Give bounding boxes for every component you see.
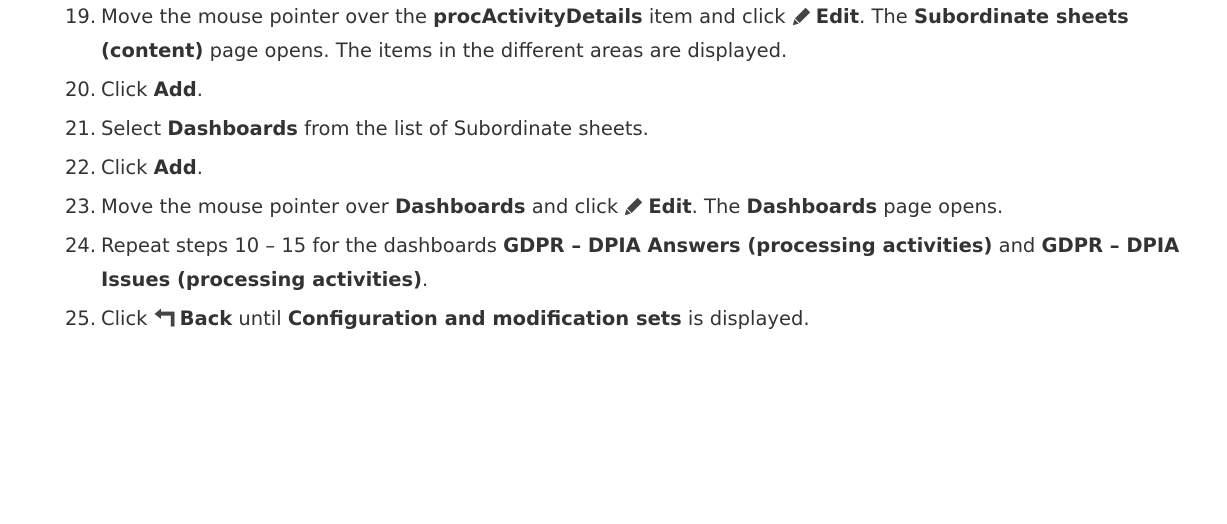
step-number: 23. bbox=[65, 195, 97, 218]
bold-term: procActivityDetails bbox=[433, 5, 643, 28]
step-number: 22. bbox=[65, 156, 97, 179]
step-text: item and click bbox=[642, 5, 792, 28]
step-text: Click bbox=[101, 156, 154, 179]
step-text: page opens. The items in the different a… bbox=[203, 39, 788, 62]
step-text: page opens. bbox=[877, 195, 1004, 218]
step-item: 22. Click Add. bbox=[0, 151, 1227, 185]
bold-term: Edit bbox=[648, 195, 692, 218]
bold-term: Add bbox=[153, 156, 197, 179]
step-item: 21. Select Dashboards from the list of Su… bbox=[0, 112, 1227, 146]
step-number: 25. bbox=[65, 307, 97, 330]
bold-term: Dashboards bbox=[167, 117, 298, 140]
bold-term: Dashboards bbox=[394, 195, 526, 218]
step-text: and click bbox=[525, 195, 625, 218]
step-text: is displayed. bbox=[681, 307, 810, 330]
step-item: 24. Repeat steps 10 – 15 for the dashboar… bbox=[0, 229, 1227, 297]
step-number: 21. bbox=[65, 117, 97, 140]
step-item: 20. Click Add. bbox=[0, 73, 1227, 107]
step-item: 19. Move the mouse pointer over the procA… bbox=[0, 0, 1227, 68]
step-text: . bbox=[196, 156, 203, 179]
step-text: until bbox=[232, 307, 288, 330]
step-item: 25. Click Back until Configuration and mo… bbox=[0, 302, 1227, 336]
pencil-icon bbox=[792, 6, 812, 26]
bold-term: Back bbox=[179, 307, 233, 330]
step-text: . bbox=[196, 78, 203, 101]
step-text: . The bbox=[691, 195, 747, 218]
step-number: 19. bbox=[65, 5, 97, 28]
step-number: 20. bbox=[65, 78, 97, 101]
step-text: Click bbox=[101, 78, 154, 101]
step-text: and bbox=[992, 234, 1042, 257]
step-text: Repeat steps 10 – 15 for the dashboards bbox=[101, 234, 504, 257]
bold-term: GDPR – DPIA Answers (processing activiti… bbox=[503, 234, 993, 257]
bold-term: Configuration and modification sets bbox=[287, 307, 682, 330]
step-text: Select bbox=[101, 117, 168, 140]
bold-term: Add bbox=[153, 78, 197, 101]
step-text: . bbox=[422, 268, 429, 291]
pencil-icon bbox=[624, 196, 644, 216]
step-text: Click bbox=[101, 307, 154, 330]
step-item: 23. Move the mouse pointer over Dashboard… bbox=[0, 190, 1227, 224]
instruction-steps: 19. Move the mouse pointer over the procA… bbox=[0, 0, 1227, 341]
step-number: 24. bbox=[65, 234, 97, 257]
back-arrow-icon bbox=[154, 308, 176, 328]
step-text: Move the mouse pointer over the bbox=[101, 5, 434, 28]
step-text: Move the mouse pointer over bbox=[101, 195, 395, 218]
bold-term: Dashboards bbox=[746, 195, 878, 218]
step-text: . The bbox=[859, 5, 914, 28]
bold-term: Edit bbox=[815, 5, 860, 28]
step-text: from the list of Subordinate sheets. bbox=[297, 117, 649, 140]
